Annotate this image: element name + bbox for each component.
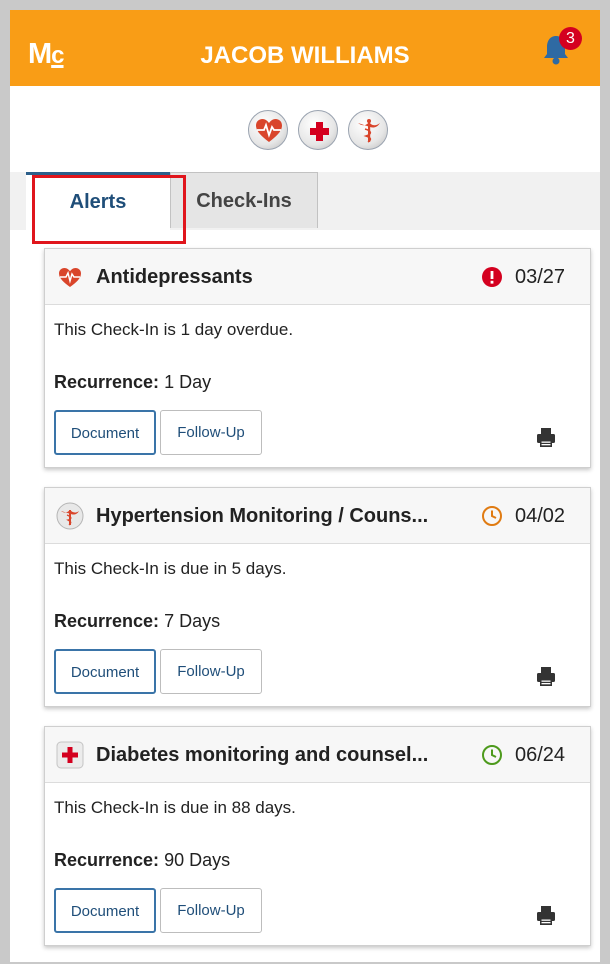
alert-card-header[interactable]: Diabetes monitoring and counsel... 06/24 bbox=[45, 727, 590, 783]
red-cross-icon bbox=[56, 741, 84, 769]
alert-date: 06/24 bbox=[515, 744, 566, 766]
red-cross-icon[interactable] bbox=[298, 110, 338, 150]
follow-up-button[interactable]: Follow-Up bbox=[160, 410, 262, 455]
alert-card: Diabetes monitoring and counsel... 06/24… bbox=[44, 726, 591, 946]
alert-card-header[interactable]: Hypertension Monitoring / Couns... 04/02 bbox=[45, 488, 590, 544]
printer-icon[interactable] bbox=[535, 665, 557, 687]
recurrence-value: 7 Days bbox=[164, 611, 221, 631]
alert-recurrence: Recurrence: 90 Days bbox=[54, 850, 230, 871]
recurrence-label: Recurrence: bbox=[54, 611, 160, 631]
alert-card-header[interactable]: Antidepressants 03/27 bbox=[45, 249, 590, 305]
recurrence-label: Recurrence: bbox=[54, 850, 160, 870]
document-button[interactable]: Document bbox=[54, 649, 156, 694]
heart-icon[interactable] bbox=[248, 110, 288, 150]
caduceus-icon bbox=[56, 502, 84, 530]
follow-up-button[interactable]: Follow-Up bbox=[160, 649, 262, 694]
alert-recurrence: Recurrence: 7 Days bbox=[54, 611, 220, 632]
notification-badge: 3 bbox=[559, 27, 582, 50]
alert-card: Antidepressants 03/27 This Check-In is 1… bbox=[44, 248, 591, 468]
category-icon-bar bbox=[10, 86, 600, 172]
heart-icon bbox=[59, 268, 81, 287]
alert-title: Diabetes monitoring and counsel... bbox=[96, 744, 429, 766]
alert-card: Hypertension Monitoring / Couns... 04/02… bbox=[44, 487, 591, 707]
clock-icon bbox=[482, 745, 502, 765]
printer-icon[interactable] bbox=[535, 904, 557, 926]
alerts-tab-highlight bbox=[32, 175, 186, 244]
app-header: Mc JACOB WILLIAMS 3 bbox=[10, 10, 600, 86]
alert-date: 03/27 bbox=[515, 266, 566, 288]
recurrence-value: 1 Day bbox=[164, 372, 212, 392]
recurrence-value: 90 Days bbox=[164, 850, 231, 870]
app-screen: Mc JACOB WILLIAMS 3 Alerts Check-Ins Ant… bbox=[10, 10, 600, 962]
document-button[interactable]: Document bbox=[54, 410, 156, 455]
alert-title: Antidepressants bbox=[96, 266, 253, 288]
alert-message: This Check-In is due in 5 days. bbox=[54, 559, 287, 578]
alert-recurrence: Recurrence: 1 Day bbox=[54, 372, 211, 393]
patient-name: JACOB WILLIAMS bbox=[200, 42, 410, 69]
alert-date: 04/02 bbox=[515, 505, 566, 527]
document-button[interactable]: Document bbox=[54, 888, 156, 933]
caduceus-icon[interactable] bbox=[348, 110, 388, 150]
clock-icon bbox=[482, 506, 502, 526]
tab-check-ins[interactable]: Check-Ins bbox=[170, 172, 318, 228]
alerts-list: Antidepressants 03/27 This Check-In is 1… bbox=[10, 230, 600, 962]
alert-message: This Check-In is due in 88 days. bbox=[54, 798, 296, 817]
printer-icon[interactable] bbox=[535, 426, 557, 448]
recurrence-label: Recurrence: bbox=[54, 372, 160, 392]
alert-message: This Check-In is 1 day overdue. bbox=[54, 320, 294, 339]
alert-title: Hypertension Monitoring / Couns... bbox=[96, 505, 429, 527]
follow-up-button[interactable]: Follow-Up bbox=[160, 888, 262, 933]
exclamation-icon bbox=[482, 267, 502, 287]
